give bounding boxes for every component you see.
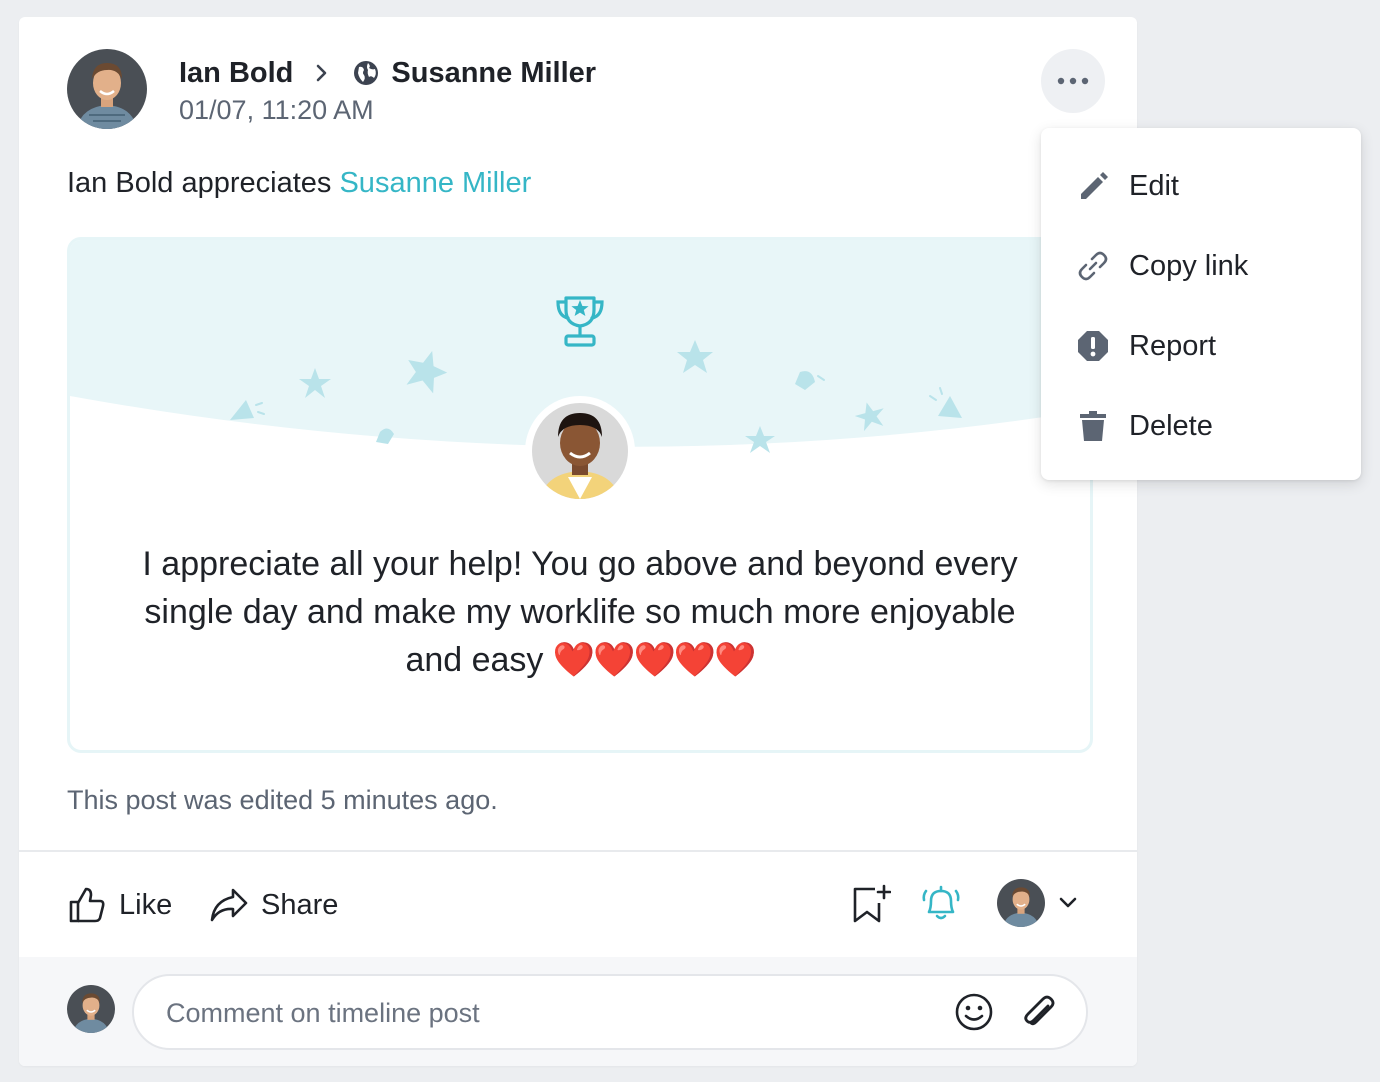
thumbs-up-icon	[69, 887, 105, 923]
actions-divider	[19, 850, 1137, 852]
globe-icon	[354, 61, 379, 85]
share-icon	[210, 888, 248, 922]
author-avatar[interactable]	[67, 49, 147, 129]
recipient-avatar[interactable]	[532, 403, 628, 499]
author-name[interactable]: Ian Bold	[179, 57, 293, 90]
trash-icon	[1075, 408, 1111, 444]
menu-item-label: Edit	[1129, 169, 1179, 202]
appreciation-prefix: Ian Bold appreciates	[67, 167, 340, 199]
comment-area	[19, 957, 1137, 1066]
smiley-icon	[955, 993, 993, 1031]
follow-notifications-button[interactable]	[919, 881, 963, 925]
post-timestamp: 01/07, 11:20 AM	[179, 95, 374, 125]
post-author-line: Ian Bold Susanne Miller	[179, 55, 596, 91]
appreciation-message: I appreciate all your help! You go above…	[130, 540, 1030, 684]
post-as-switcher[interactable]	[997, 879, 1079, 927]
pencil-icon	[1075, 168, 1111, 204]
like-label: Like	[119, 888, 173, 921]
recipient-link[interactable]: Susanne Miller	[339, 167, 531, 199]
more-options-button[interactable]	[1041, 49, 1105, 113]
trophy-icon	[556, 296, 604, 347]
bell-icon	[922, 885, 960, 920]
timeline-post-card: Ian Bold Susanne Miller 01/07, 11:20 AM …	[19, 17, 1137, 1066]
menu-item-copy-link[interactable]: Copy link	[1041, 236, 1361, 296]
emoji-button[interactable]	[954, 992, 994, 1032]
paperclip-icon	[1024, 995, 1055, 1026]
current-user-avatar	[997, 879, 1045, 927]
link-icon	[1075, 248, 1111, 284]
menu-item-delete[interactable]: Delete	[1041, 396, 1361, 456]
menu-item-label: Delete	[1129, 409, 1213, 442]
attach-button[interactable]	[1018, 992, 1058, 1032]
menu-item-label: Copy link	[1129, 249, 1249, 282]
edited-note: This post was edited 5 minutes ago.	[67, 785, 498, 815]
chevron-right-icon	[317, 64, 327, 82]
appreciation-card: I appreciate all your help! You go above…	[67, 237, 1093, 753]
target-name[interactable]: Susanne Miller	[391, 57, 596, 90]
menu-item-label: Report	[1129, 329, 1217, 362]
recipient-avatar-frame	[525, 396, 635, 506]
commenter-avatar	[67, 985, 115, 1033]
share-label: Share	[261, 888, 339, 921]
menu-item-edit[interactable]: Edit	[1041, 156, 1361, 216]
post-options-menu: Edit Copy link Report Delete	[1041, 128, 1361, 480]
comment-input[interactable]	[164, 976, 928, 1050]
save-post-button[interactable]	[849, 883, 891, 925]
menu-item-report[interactable]: Report	[1041, 316, 1361, 376]
bookmark-add-icon	[853, 884, 891, 923]
share-button[interactable]: Share	[209, 883, 338, 927]
hearts-emoji: ❤️❤️❤️❤️❤️	[552, 641, 757, 679]
more-horizontal-icon	[1057, 77, 1089, 85]
appreciation-summary: Ian Bold appreciates Susanne Miller	[67, 167, 531, 200]
comment-box	[132, 974, 1088, 1050]
report-icon	[1075, 328, 1111, 364]
chevron-down-icon	[1059, 897, 1077, 908]
like-button[interactable]: Like	[67, 883, 172, 927]
